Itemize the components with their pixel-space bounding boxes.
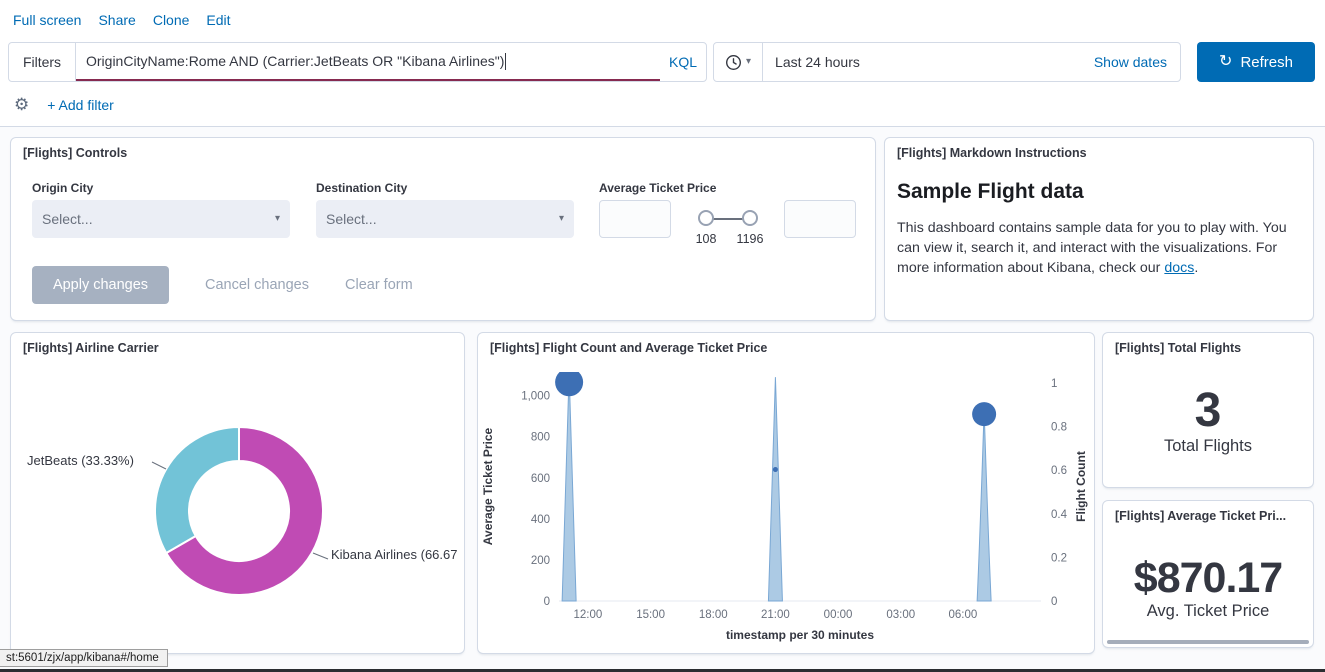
price-slider-min-handle[interactable] <box>698 210 714 226</box>
dashboard-header: Full screen Share Clone Edit Filters Ori… <box>0 0 1325 127</box>
pie-slice-label-jetbeats: JetBeats (33.33%) <box>27 453 134 468</box>
svg-text:600: 600 <box>531 473 550 485</box>
refresh-button[interactable]: ↻ Refresh <box>1197 42 1315 82</box>
pie-slice-label-kibana-airlines: Kibana Airlines (66.67 <box>331 547 457 562</box>
svg-text:00:00: 00:00 <box>824 609 853 621</box>
panel-markdown-instructions: [Flights] Markdown Instructions Sample F… <box>884 137 1314 321</box>
markdown-body: This dashboard contains sample data for … <box>897 218 1301 278</box>
dashboard-grid: [Flights] Controls Origin City Select...… <box>0 127 1325 672</box>
refresh-icon: ↻ <box>1219 54 1232 70</box>
chevron-down-icon: ▾ <box>559 214 564 224</box>
controls-buttons: Apply changes Cancel changes Clear form <box>32 266 413 304</box>
time-quick-select-button[interactable]: ▾ <box>714 43 763 81</box>
markdown-text-end: . <box>1194 260 1198 276</box>
query-text: OriginCityName:Rome AND (Carrier:JetBeat… <box>86 53 504 69</box>
panel-total-flights: [Flights] Total Flights 3 Total Flights <box>1102 332 1314 488</box>
svg-text:1: 1 <box>1051 378 1057 390</box>
apply-changes-button[interactable]: Apply changes <box>32 266 169 304</box>
panel-title[interactable]: [Flights] Airline Carrier <box>23 341 159 355</box>
ticket-price-label: Average Ticket Price <box>599 181 716 195</box>
price-slider-max-handle[interactable] <box>742 210 758 226</box>
panel-title[interactable]: [Flights] Markdown Instructions <box>897 146 1087 160</box>
dashboard-top-menu: Full screen Share Clone Edit <box>13 12 231 28</box>
cancel-changes-button[interactable]: Cancel changes <box>205 277 309 293</box>
origin-city-label: Origin City <box>32 181 93 195</box>
menu-share[interactable]: Share <box>98 12 135 28</box>
flight-count-area-chart[interactable]: 0 200 400 600 800 1,000 0 0.2 0.4 0.6 0.8 1 12:00 15:… <box>478 361 1095 651</box>
price-min-value: 108 <box>684 232 728 246</box>
svg-text:1,000: 1,000 <box>521 391 550 403</box>
panel-flights-controls: [Flights] Controls Origin City Select...… <box>10 137 876 321</box>
svg-text:12:00: 12:00 <box>574 609 603 621</box>
panel-scrollbar[interactable] <box>1107 640 1309 644</box>
docs-link[interactable]: docs <box>1164 260 1194 276</box>
time-picker: ▾ Last 24 hours Show dates <box>713 42 1181 82</box>
destination-city-label: Destination City <box>316 181 407 195</box>
price-min-input[interactable] <box>599 200 671 238</box>
refresh-label: Refresh <box>1240 54 1293 71</box>
chevron-down-icon: ▾ <box>746 57 751 67</box>
filter-settings-gear-icon[interactable]: ⚙ <box>14 96 29 113</box>
clock-icon <box>725 54 742 71</box>
destination-city-select[interactable]: Select... ▾ <box>316 200 574 238</box>
panel-title[interactable]: [Flights] Average Ticket Pri... <box>1115 509 1286 523</box>
svg-text:03:00: 03:00 <box>886 609 915 621</box>
svg-text:timestamp per 30 minutes: timestamp per 30 minutes <box>726 628 874 642</box>
text-cursor <box>505 53 506 70</box>
svg-text:0: 0 <box>1051 596 1057 608</box>
svg-text:18:00: 18:00 <box>699 609 728 621</box>
price-max-input[interactable] <box>784 200 856 238</box>
svg-text:Flight Count: Flight Count <box>1074 451 1088 522</box>
kibana-dashboard: Full screen Share Clone Edit Filters Ori… <box>0 0 1325 672</box>
avg-ticket-price-value: $870.17 <box>1103 554 1313 603</box>
markdown-text: This dashboard contains sample data for … <box>897 220 1287 276</box>
search-query-input[interactable]: OriginCityName:Rome AND (Carrier:JetBeat… <box>76 43 660 81</box>
price-max-value: 1196 <box>728 232 772 246</box>
menu-clone[interactable]: Clone <box>153 12 190 28</box>
panel-airline-carrier: [Flights] Airline Carrier JetBeats (33.3… <box>10 332 465 654</box>
menu-full-screen[interactable]: Full screen <box>13 12 81 28</box>
filter-row: ⚙ + Add filter <box>14 96 114 113</box>
svg-text:0.8: 0.8 <box>1051 422 1067 434</box>
markdown-heading: Sample Flight data <box>897 180 1084 204</box>
svg-text:21:00: 21:00 <box>761 609 790 621</box>
panel-title[interactable]: [Flights] Total Flights <box>1115 341 1241 355</box>
panel-title[interactable]: [Flights] Flight Count and Average Ticke… <box>490 341 767 355</box>
origin-city-select[interactable]: Select... ▾ <box>32 200 290 238</box>
svg-text:15:00: 15:00 <box>636 609 665 621</box>
svg-text:400: 400 <box>531 514 550 526</box>
svg-text:0.4: 0.4 <box>1051 509 1068 521</box>
destination-city-placeholder: Select... <box>326 211 377 227</box>
total-flights-label: Total Flights <box>1103 437 1313 456</box>
add-filter-link[interactable]: + Add filter <box>47 97 114 113</box>
menu-edit[interactable]: Edit <box>206 12 230 28</box>
airline-carrier-donut-chart[interactable] <box>11 333 465 654</box>
total-flights-value: 3 <box>1103 383 1313 438</box>
query-bar: Filters OriginCityName:Rome AND (Carrier… <box>8 42 707 82</box>
time-range-label[interactable]: Last 24 hours <box>763 54 1094 70</box>
browser-status-url: st:5601/zjx/app/kibana#/home <box>0 649 168 667</box>
svg-text:Average Ticket Price: Average Ticket Price <box>481 427 495 545</box>
origin-city-placeholder: Select... <box>42 211 93 227</box>
kql-language-button[interactable]: KQL <box>660 43 706 81</box>
svg-text:200: 200 <box>531 555 550 567</box>
panel-title[interactable]: [Flights] Controls <box>23 146 127 160</box>
chevron-down-icon: ▾ <box>275 214 280 224</box>
svg-text:0.2: 0.2 <box>1051 552 1067 564</box>
svg-text:06:00: 06:00 <box>949 609 978 621</box>
svg-text:800: 800 <box>531 432 550 444</box>
filters-button[interactable]: Filters <box>9 43 76 81</box>
panel-average-ticket-price: [Flights] Average Ticket Pri... $870.17 … <box>1102 500 1314 648</box>
query-bar-row: Filters OriginCityName:Rome AND (Carrier… <box>8 42 1315 82</box>
panel-flight-count-avg-price: [Flights] Flight Count and Average Ticke… <box>477 332 1095 654</box>
avg-ticket-price-label: Avg. Ticket Price <box>1103 602 1313 621</box>
clear-form-button[interactable]: Clear form <box>345 277 413 293</box>
show-dates-link[interactable]: Show dates <box>1094 54 1180 70</box>
svg-text:0.6: 0.6 <box>1051 465 1067 477</box>
svg-text:0: 0 <box>544 596 550 608</box>
